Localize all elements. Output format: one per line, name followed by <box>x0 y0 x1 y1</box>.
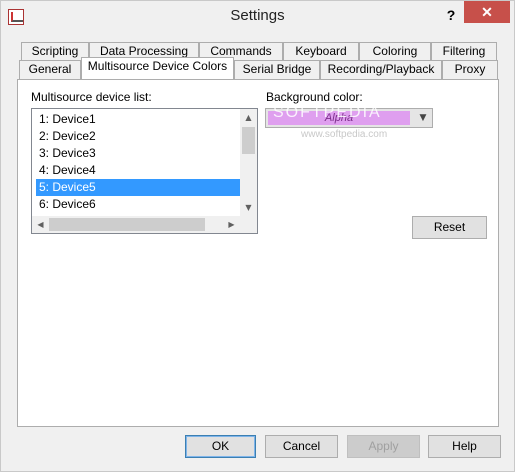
tab-multisource-device-colors[interactable]: Multisource Device Colors <box>81 57 234 79</box>
horizontal-scrollbar[interactable]: ◀ ▶ <box>32 216 240 233</box>
tab-proxy[interactable]: Proxy <box>442 60 498 79</box>
list-item[interactable]: 2: Device2 <box>36 128 240 145</box>
watermark-url: www.softpedia.com <box>301 129 388 140</box>
reset-button[interactable]: Reset <box>412 216 487 239</box>
tab-keyboard[interactable]: Keyboard <box>283 42 359 61</box>
device-list-label: Multisource device list: <box>31 90 152 104</box>
tab-recording-playback[interactable]: Recording/Playback <box>320 60 442 79</box>
apply-button[interactable]: Apply <box>347 435 420 458</box>
device-listbox[interactable]: 1: Device1 2: Device2 3: Device3 4: Devi… <box>31 108 258 234</box>
list-item[interactable]: 1: Device1 <box>36 111 240 128</box>
chevron-right-icon[interactable]: ▶ <box>223 216 240 233</box>
list-item-selected[interactable]: 5: Device5 <box>36 179 240 196</box>
chevron-down-icon[interactable]: ▼ <box>414 109 432 127</box>
tab-scripting[interactable]: Scripting <box>21 42 89 61</box>
chevron-down-icon[interactable]: ▼ <box>240 199 257 216</box>
title-bar[interactable]: Settings ? ✕ <box>1 1 514 33</box>
help-button[interactable]: Help <box>428 435 501 458</box>
scroll-thumb[interactable] <box>49 218 205 231</box>
watermark: SOFTPEDIA <box>273 104 382 121</box>
scroll-thumb[interactable] <box>242 127 255 154</box>
close-button[interactable]: ✕ <box>464 1 510 23</box>
tab-serial-bridge[interactable]: Serial Bridge <box>234 60 320 79</box>
window-title: Settings <box>230 7 285 24</box>
list-item[interactable]: 6: Device6 <box>36 196 240 213</box>
vertical-scrollbar[interactable]: ▲ ▼ <box>240 109 257 216</box>
chevron-left-icon[interactable]: ◀ <box>32 216 49 233</box>
scroll-corner <box>240 216 257 233</box>
tab-general[interactable]: General <box>19 60 81 79</box>
tab-coloring[interactable]: Coloring <box>359 42 431 61</box>
list-item[interactable]: 3: Device3 <box>36 145 240 162</box>
chevron-up-icon[interactable]: ▲ <box>240 109 257 126</box>
tab-filtering[interactable]: Filtering <box>431 42 497 61</box>
list-item[interactable]: 4: Device4 <box>36 162 240 179</box>
ok-button[interactable]: OK <box>185 435 256 458</box>
settings-window: Settings ? ✕ Scripting Data Processing C… <box>0 0 515 472</box>
help-title-button[interactable]: ? <box>441 4 461 26</box>
background-color-label: Background color: <box>266 90 363 104</box>
cancel-button[interactable]: Cancel <box>265 435 338 458</box>
